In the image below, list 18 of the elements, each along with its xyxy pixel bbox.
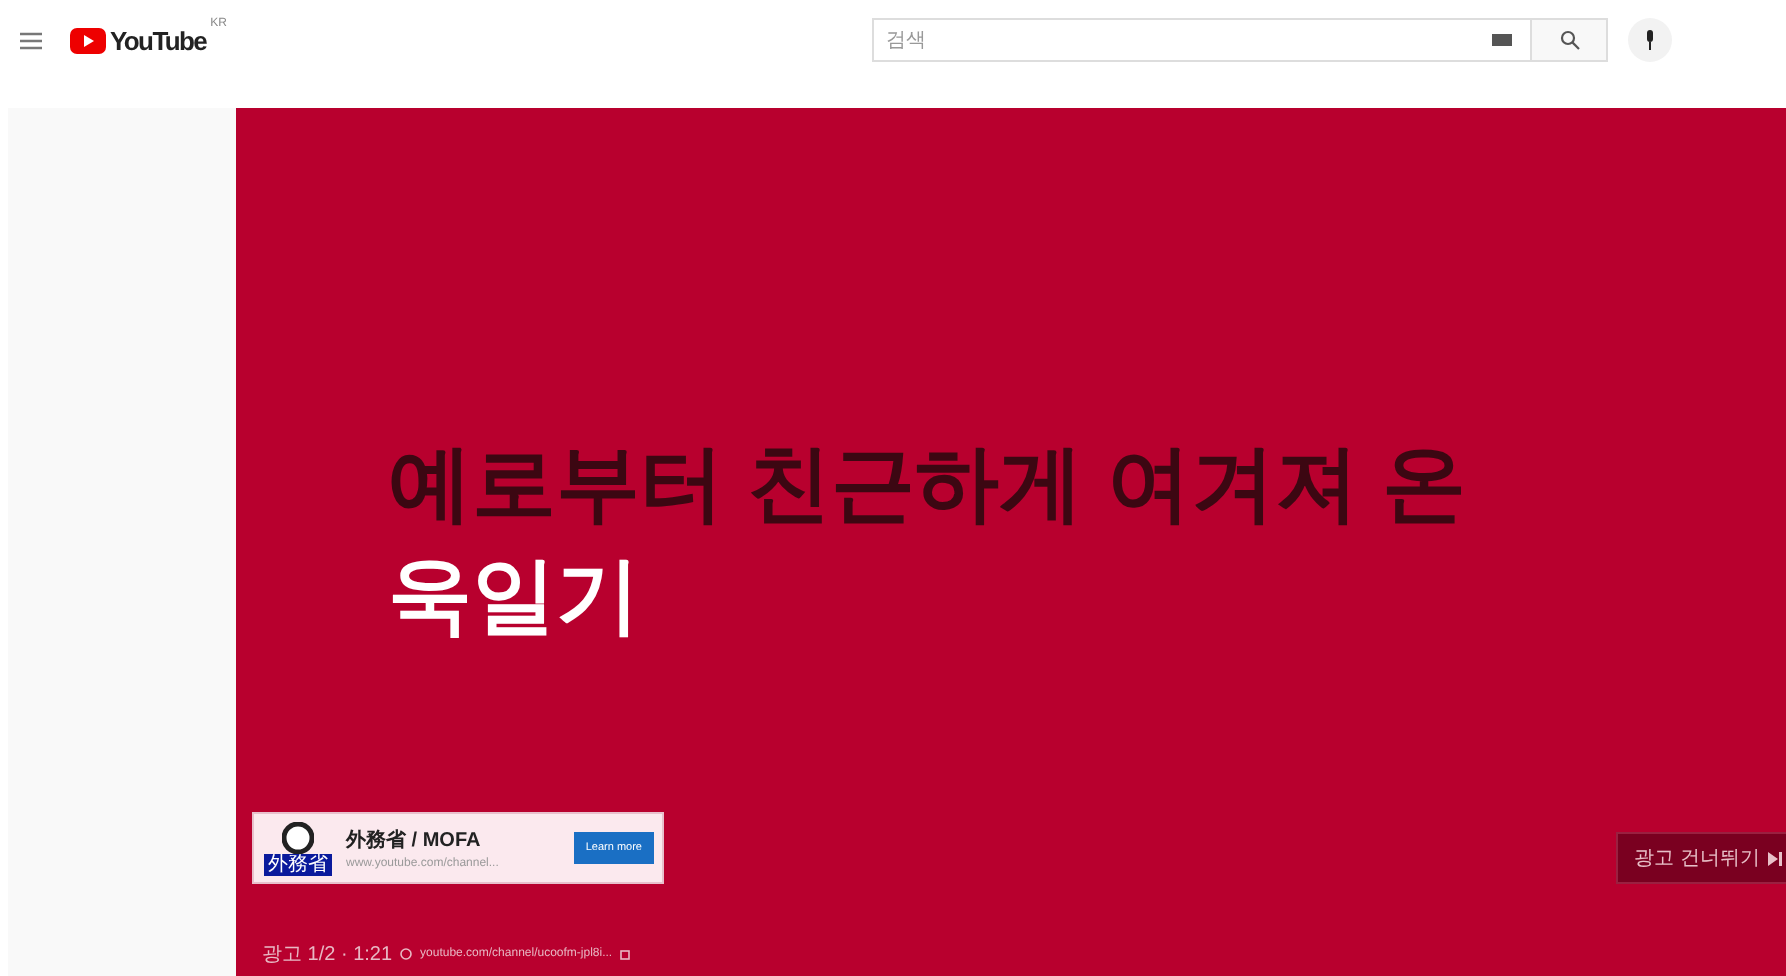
search-button[interactable]	[1532, 18, 1608, 62]
emblem-caption: 外務省	[264, 853, 332, 875]
menu-icon[interactable]	[20, 31, 42, 49]
ad-counter: 광고 1/2 · 1:21	[262, 942, 393, 968]
microphone-button[interactable]	[1628, 18, 1672, 62]
skip-ad-button[interactable]: 광고 건너뛰기	[1616, 832, 1786, 884]
headline-text: 예로부터 친근하게 여겨져 온	[388, 434, 1467, 534]
search-icon	[1559, 30, 1579, 50]
advertiser-name: 外務省 / MOFA	[346, 827, 483, 854]
skip-icon	[1768, 851, 1782, 865]
microphone-icon	[1644, 30, 1656, 50]
play-logo-icon	[70, 27, 106, 53]
logo-text[interactable]: YouTube	[110, 25, 207, 55]
info-icon[interactable]	[400, 948, 413, 960]
emblem-icon	[282, 821, 314, 853]
search-field[interactable]: 검색	[872, 18, 1532, 62]
headline-text: 욱일기	[388, 546, 640, 646]
external-link-icon[interactable]	[620, 949, 631, 959]
